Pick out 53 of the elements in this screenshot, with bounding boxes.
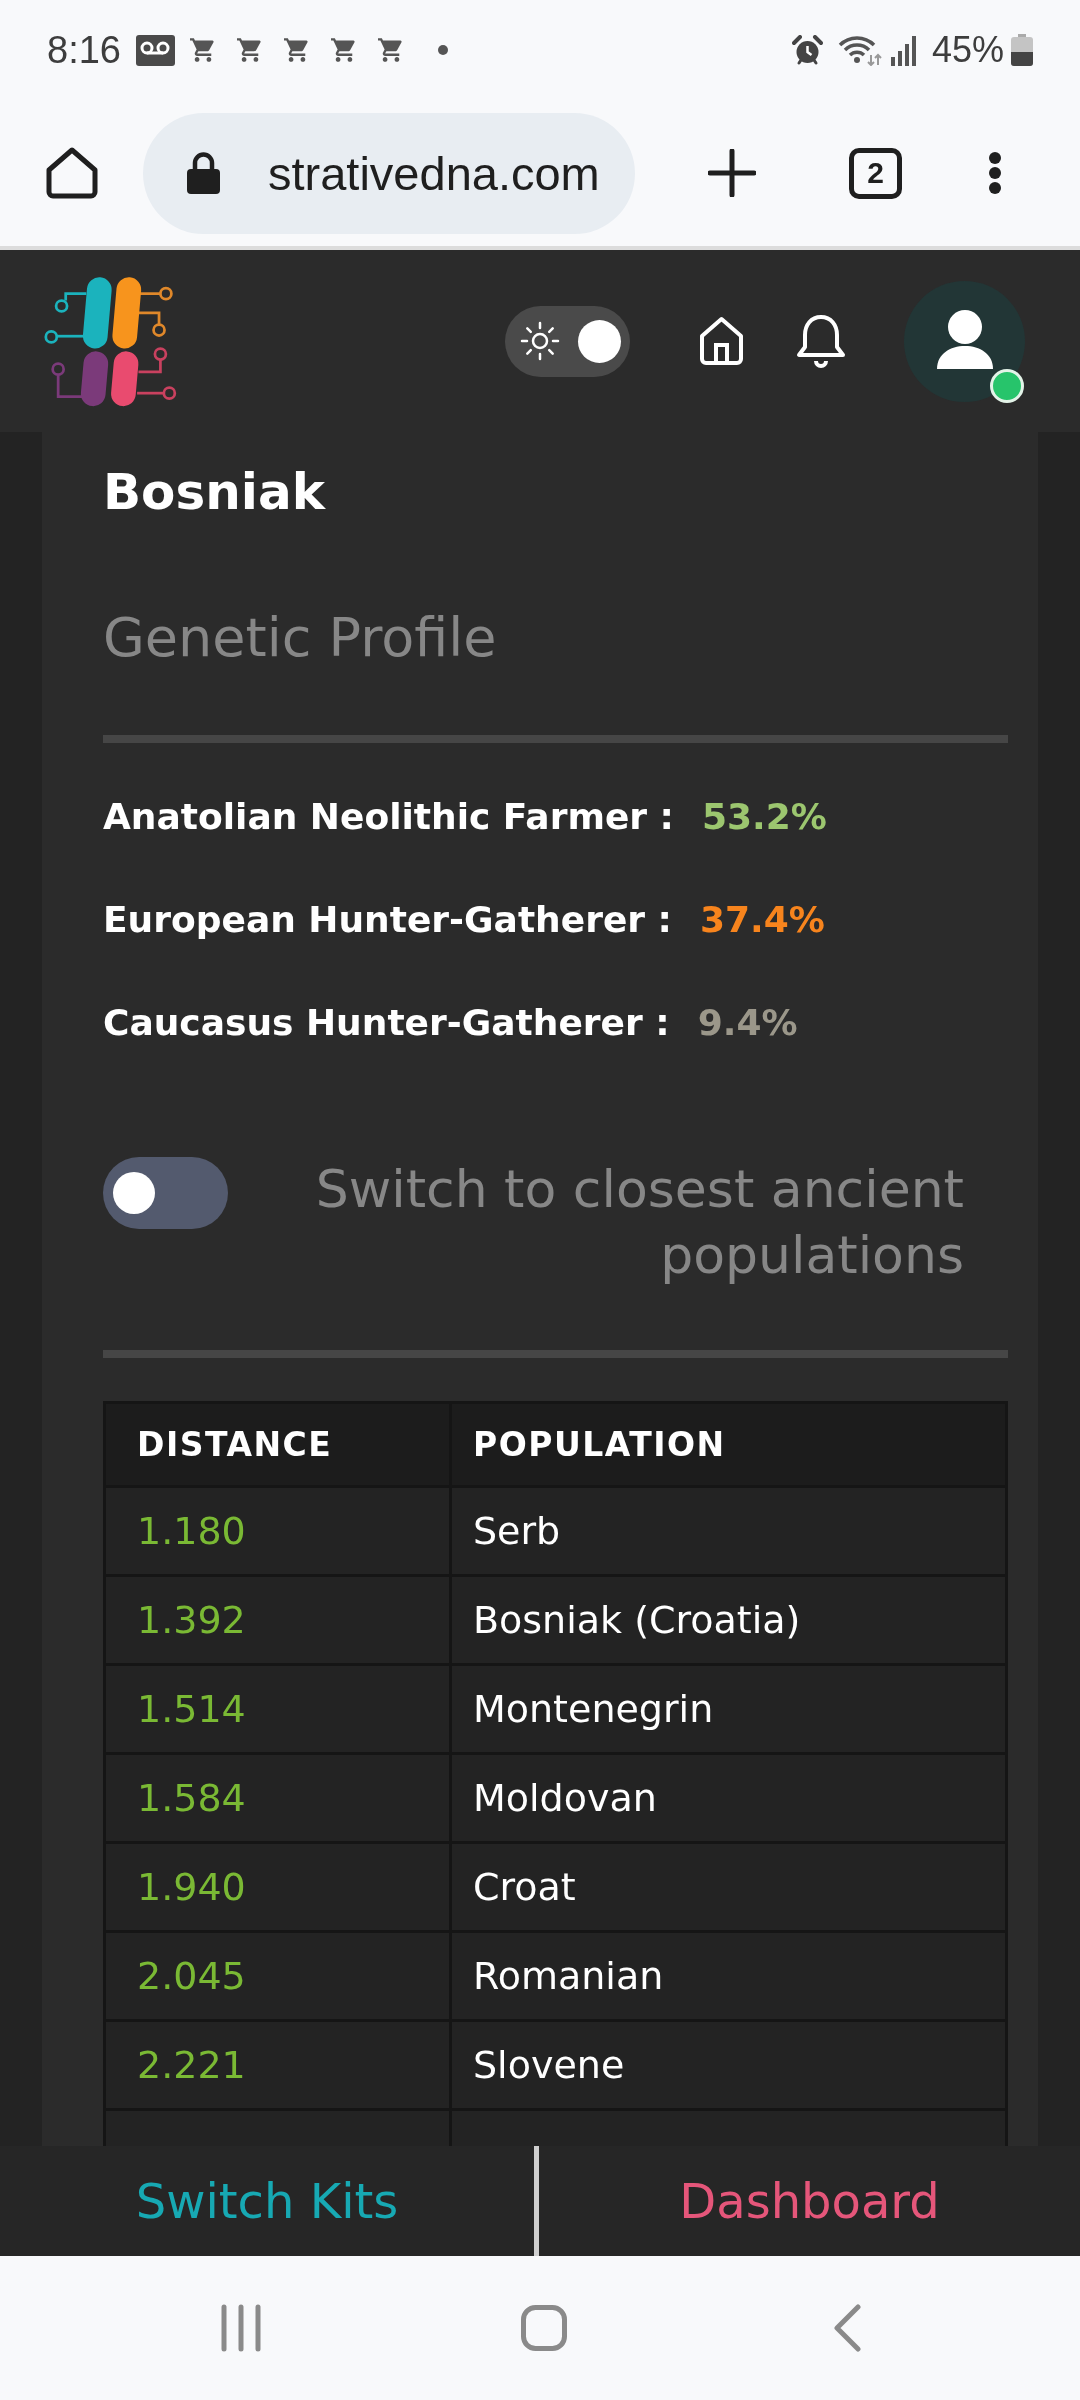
menu-icon[interactable] <box>988 151 1002 195</box>
signal-icon <box>890 34 918 66</box>
cart-icon <box>330 37 357 63</box>
toggle-knob <box>113 1172 155 1214</box>
column-header: DISTANCE <box>104 1402 451 1487</box>
cart-icon <box>377 37 404 63</box>
bottom-nav-button[interactable]: Switch Kits <box>135 2174 399 2228</box>
table-cell: Romanian <box>450 1931 1007 2021</box>
cart-icon <box>236 37 263 63</box>
component-label: European Hunter-Gatherer : <box>103 897 672 942</box>
table-cell: 1.940 <box>104 1842 451 1932</box>
avatar-icon[interactable] <box>904 280 1025 402</box>
component-percentage: 37.4% <box>700 897 825 942</box>
lock-icon <box>187 152 220 194</box>
table-cell: 2.221 <box>104 2020 451 2110</box>
component-percentage: 9.4% <box>697 1000 798 1045</box>
toggle-knob <box>578 319 621 363</box>
back-icon[interactable] <box>833 2304 861 2352</box>
address-bar[interactable]: strativedna.com <box>143 112 635 234</box>
table-cell: 1.584 <box>104 1753 451 1843</box>
cart-icon <box>283 37 310 63</box>
component-label: Caucasus Hunter-Gatherer : <box>103 1000 670 1045</box>
battery-percentage: 45% <box>931 32 1004 68</box>
table-cell: Montenegrin <box>450 1664 1007 1754</box>
bottom-nav-button[interactable]: Dashboard <box>679 2174 940 2228</box>
table-cell: Moldovan <box>450 1753 1007 1843</box>
table-cell: 2.045 <box>104 1931 451 2021</box>
home-icon[interactable] <box>45 146 99 200</box>
battery-icon <box>1011 34 1033 66</box>
wifi-icon <box>837 34 882 66</box>
voicemail-icon <box>135 34 175 66</box>
component-percentage: 53.2% <box>702 794 827 839</box>
plus-icon[interactable] <box>708 149 756 197</box>
bell-icon[interactable] <box>795 313 847 369</box>
component-label: Anatolian Neolithic Farmer : <box>103 794 674 839</box>
table-cell: Croat <box>450 1842 1007 1932</box>
table-cell: 1.392 <box>104 1575 451 1665</box>
table-cell: Serb <box>450 1486 1007 1576</box>
alarm-clock-icon <box>791 34 823 66</box>
tab-count-button[interactable]: 2 <box>849 147 902 199</box>
column-header: POPULATION <box>450 1402 1007 1487</box>
table-cell: Bosniak (Croatia) <box>450 1575 1007 1665</box>
cart-icon <box>189 37 216 63</box>
profile-subtitle: Genetic Profile <box>103 608 498 668</box>
profile-title: Bosniak <box>103 462 327 522</box>
recent-apps-icon[interactable] <box>220 2304 262 2352</box>
status-time: 8:16 <box>47 31 121 69</box>
notification-dot-icon <box>437 45 448 55</box>
table-cell: 1.180 <box>104 1486 451 1576</box>
table-cell: Slovene <box>450 2020 1007 2110</box>
sun-icon <box>520 321 560 361</box>
switch-label: Switch to closest ancient populations <box>314 1158 965 1287</box>
table-cell: 1.514 <box>104 1664 451 1754</box>
